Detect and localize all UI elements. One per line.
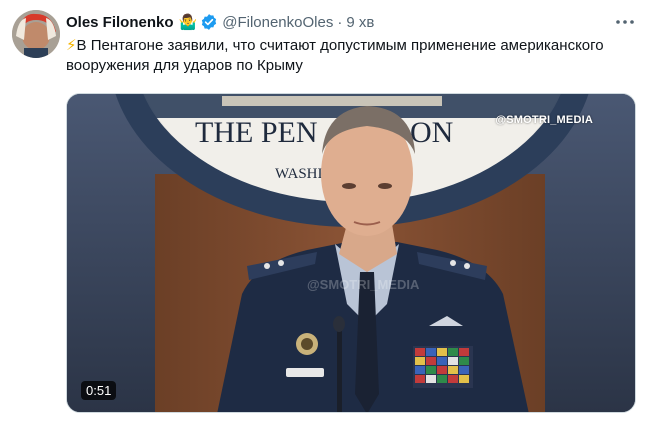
- verified-badge-icon: [200, 13, 218, 31]
- tweet: Oles Filonenko 🤷‍♂️ @FilonenkoOles · 9 х…: [0, 0, 653, 424]
- tweet-body: В Пентагоне заявили, что считают допусти…: [66, 37, 604, 74]
- video-watermark: @SMOTRI_MEDIA: [495, 114, 593, 126]
- ribbon-rack: [413, 346, 473, 388]
- author-handle[interactable]: @FilonenkoOles: [222, 14, 333, 31]
- separator-dot: ·: [337, 13, 343, 31]
- author-avatar[interactable]: [12, 10, 60, 58]
- author-name[interactable]: Oles Filonenko: [66, 14, 174, 31]
- seal-text-right: ON: [410, 116, 453, 149]
- lightning-emoji: ⚡: [66, 37, 77, 54]
- seal-subtext: WASHI: [275, 166, 323, 182]
- video-frame: THE PEN ON WASHI: [67, 94, 635, 412]
- video-watermark-center: @SMOTRI_MEDIA: [307, 277, 420, 292]
- tweet-text: ⚡В Пентагоне заявили, что считают допуст…: [66, 36, 626, 76]
- tweet-timestamp[interactable]: 9 хв: [346, 14, 374, 31]
- video-player[interactable]: THE PEN ON WASHI @SMOTRI_MEDIA @SMOTRI_M…: [66, 93, 636, 413]
- video-duration-badge: 0:51: [81, 381, 117, 400]
- more-options-icon[interactable]: [615, 14, 635, 30]
- shrug-emoji: 🤷‍♂️: [178, 13, 198, 31]
- seal-text-left: THE PEN: [195, 116, 318, 149]
- tweet-header: Oles Filonenko 🤷‍♂️ @FilonenkoOles · 9 х…: [66, 12, 613, 32]
